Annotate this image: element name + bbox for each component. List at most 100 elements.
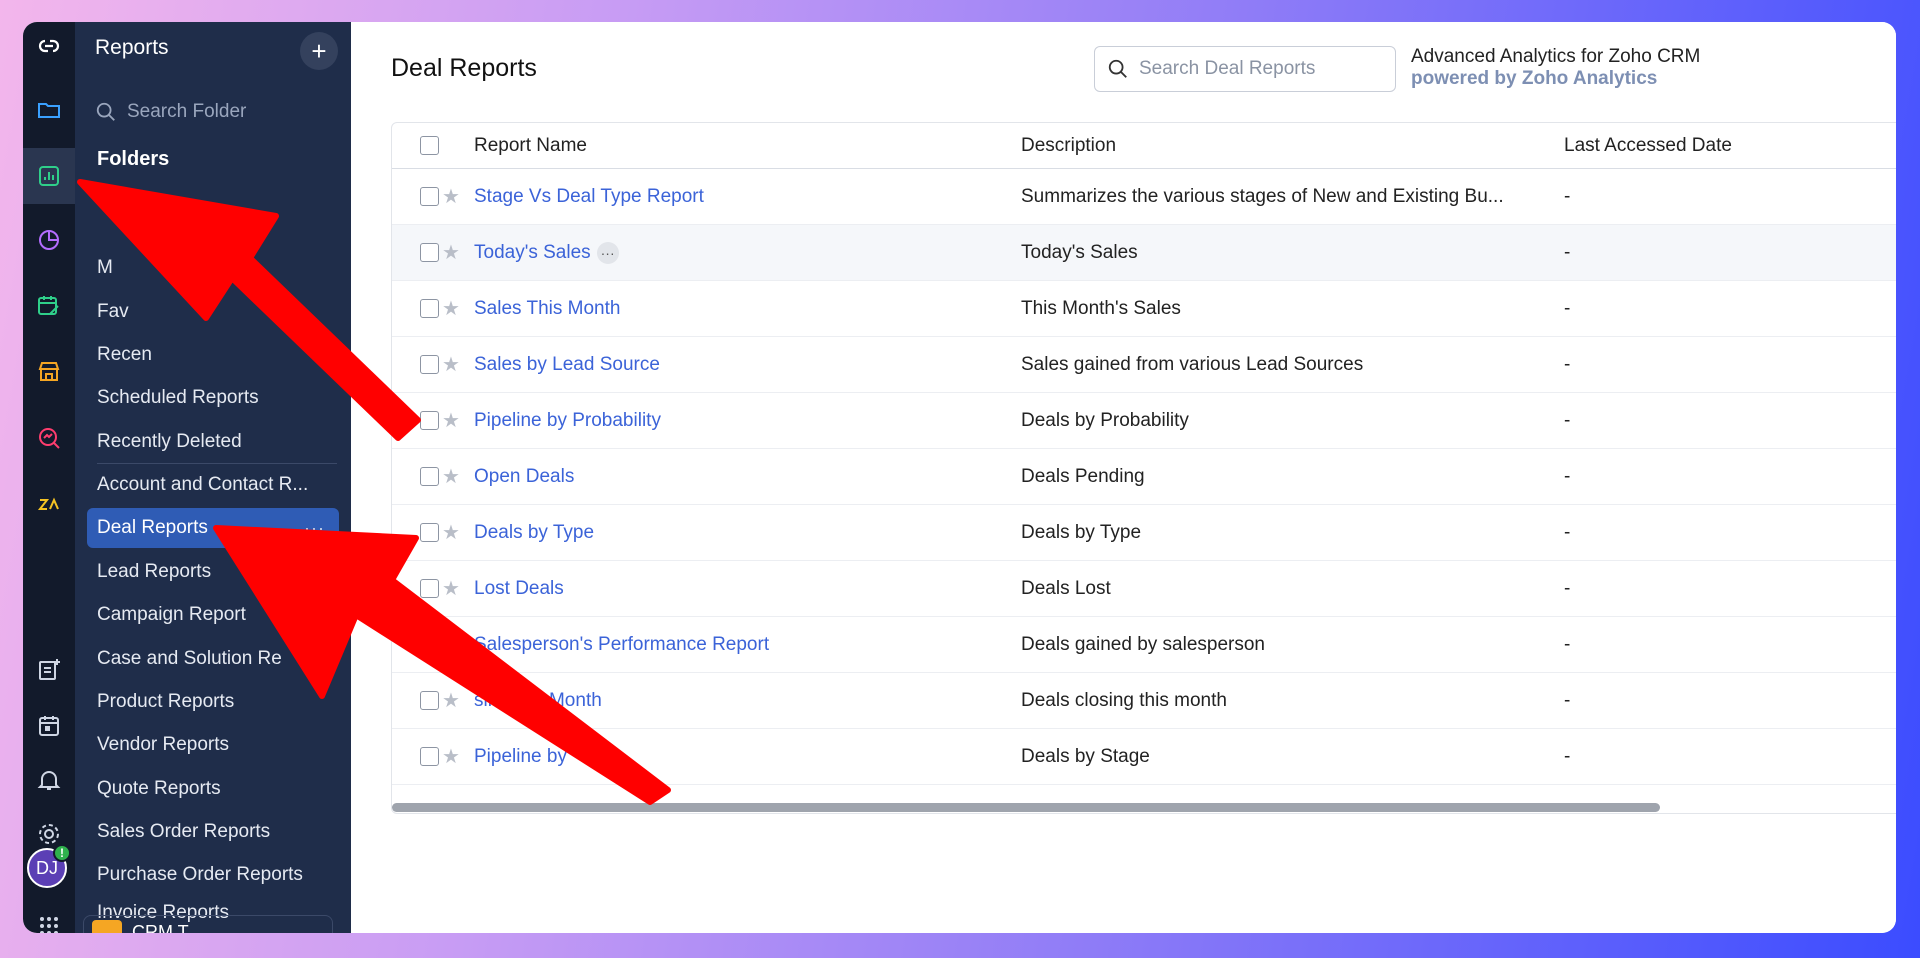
row-checkbox[interactable] (420, 449, 439, 504)
sidebar-item-scheduled-reports[interactable]: Scheduled Reports (87, 378, 339, 418)
favorite-star-icon[interactable]: ★ (442, 281, 460, 336)
reports-icon[interactable] (23, 148, 75, 204)
calendar-icon[interactable] (23, 704, 75, 748)
sidebar-item-recently-deleted[interactable]: Recently Deleted (87, 422, 339, 462)
table-row[interactable]: ★ sing this Month Deals closing this month… (392, 673, 1896, 729)
sidebar-item-deal-reports[interactable]: Deal Reports ··· (87, 508, 339, 548)
favorite-star-icon[interactable]: ★ (442, 393, 460, 448)
table-row[interactable]: ★ Pipeline by Deals by Stage - (392, 729, 1896, 785)
report-name: sing this Month (474, 689, 602, 711)
table-row[interactable]: ★ Open Deals Deals Pending - (392, 449, 1896, 505)
report-name-link[interactable]: Pipeline by Probability (474, 393, 661, 448)
crm-footer-button[interactable]: CRM T (83, 915, 333, 933)
row-checkbox[interactable] (420, 169, 439, 224)
report-name-link[interactable]: Today's Sales ··· (474, 225, 619, 280)
row-more-options-icon[interactable]: ··· (596, 241, 619, 264)
favorite-star-icon[interactable]: ★ (442, 337, 460, 392)
favorite-star-icon[interactable]: ★ (442, 617, 460, 672)
favorite-star-icon[interactable]: ★ (442, 561, 460, 616)
row-checkbox[interactable] (420, 617, 439, 672)
table-row[interactable]: ★ Lost Deals Deals Lost - (392, 561, 1896, 617)
column-description[interactable]: Description (1021, 123, 1116, 168)
favorite-star-icon[interactable]: ★ (442, 169, 460, 224)
report-name-link[interactable]: Lost Deals (474, 561, 564, 616)
sidebar-item-quote-reports[interactable]: Quote Reports (87, 769, 339, 809)
sidebar-item-campaign-reports[interactable]: Campaign Report (87, 595, 339, 635)
row-checkbox[interactable] (420, 673, 439, 728)
table-row[interactable]: ★ Sales by Lead Source Sales gained from v… (392, 337, 1896, 393)
row-checkbox[interactable] (420, 505, 439, 560)
sidebar-item-recent[interactable]: Recen (87, 335, 339, 375)
note-add-icon[interactable] (23, 648, 75, 692)
last-accessed-date: - (1564, 689, 1571, 711)
apps-grid-icon[interactable] (23, 904, 75, 933)
report-description: Deals closing this month (1021, 689, 1227, 711)
report-name-link[interactable]: Sales This Month (474, 281, 620, 336)
favorite-star-icon[interactable]: ★ (442, 729, 460, 784)
table-row[interactable]: ★ Salesperson's Performance Report Deals g… (392, 617, 1896, 673)
row-checkbox[interactable] (420, 393, 439, 448)
favorite-star-icon[interactable]: ★ (442, 225, 460, 280)
analytics-icon[interactable] (23, 218, 75, 262)
column-last-accessed[interactable]: Last Accessed Date (1564, 123, 1732, 168)
table-row[interactable]: ★ Deals by Type Deals by Type - (392, 505, 1896, 561)
reports-table: Report Name Description Last Accessed Da… (391, 122, 1896, 814)
select-all-checkbox[interactable] (420, 123, 439, 168)
sidebar-title: Reports (95, 36, 169, 59)
report-search-input[interactable]: Search Deal Reports (1094, 46, 1396, 92)
analytics-subtitle: powered by Zoho Analytics (1411, 68, 1658, 89)
sidebar-item-label: Deal Reports (97, 517, 208, 538)
row-checkbox[interactable] (420, 337, 439, 392)
report-name: Sales This Month (474, 297, 621, 319)
row-checkbox[interactable] (420, 729, 439, 784)
sidebar-item-product-reports[interactable]: Product Reports (87, 682, 339, 722)
sidebar-item-lead-reports[interactable]: Lead Reports (87, 552, 339, 592)
folder-search-input[interactable]: Search Folder (95, 92, 395, 132)
search-magnify-icon[interactable] (23, 416, 75, 460)
add-folder-button[interactable]: + (300, 32, 338, 70)
sidebar-item-my-reports[interactable]: M (87, 248, 339, 288)
last-accessed-date: - (1564, 297, 1571, 319)
row-checkbox[interactable] (420, 281, 439, 336)
sidebar-item-favorites[interactable]: Fav (87, 292, 339, 332)
store-icon[interactable] (23, 350, 75, 394)
folder-icon[interactable] (23, 88, 75, 132)
table-row[interactable]: ★ Today's Sales ··· Today's Sales - (392, 225, 1896, 281)
sidebar-item-purchase-order[interactable]: Purchase Order Reports (87, 855, 339, 895)
sidebar-item-vendor-reports[interactable]: Vendor Reports (87, 725, 339, 765)
table-row[interactable]: ★ Stage Vs Deal Type Report Summarizes the… (392, 169, 1896, 225)
last-accessed-date: - (1564, 745, 1571, 767)
report-description: Today's Sales (1021, 241, 1138, 263)
folders-heading: Folders (97, 148, 170, 170)
table-row[interactable]: ★ Pipeline by Probability Deals by Probabi… (392, 393, 1896, 449)
favorite-star-icon[interactable]: ★ (442, 673, 460, 728)
report-name: Deals by Type (474, 521, 595, 543)
analytics-promo[interactable]: Advanced Analytics for Zoho CRM powered … (1411, 46, 1700, 90)
report-description: Deals by Stage (1021, 745, 1150, 767)
report-name-link[interactable]: Salesperson's Performance Report (474, 617, 769, 672)
report-name-link[interactable]: Stage Vs Deal Type Report (474, 169, 704, 224)
report-name-link[interactable]: sing this Month (474, 673, 602, 728)
row-checkbox[interactable] (420, 225, 439, 280)
report-name-link[interactable]: Sales by Lead Source (474, 337, 660, 392)
page-title: Deal Reports (391, 54, 537, 82)
report-name-link[interactable]: Deals by Type (474, 505, 594, 560)
sidebar-item-sales-order[interactable]: Sales Order Reports (87, 812, 339, 852)
calendar-edit-icon[interactable] (23, 284, 75, 328)
avatar[interactable]: DJ ! (27, 844, 71, 888)
report-name-link[interactable]: Pipeline by (474, 729, 567, 784)
report-description: Summarizes the various stages of New and… (1021, 185, 1504, 207)
row-checkbox[interactable] (420, 561, 439, 616)
favorite-star-icon[interactable]: ★ (442, 505, 460, 560)
bell-icon[interactable] (23, 758, 75, 802)
more-options-icon[interactable]: ··· (304, 518, 325, 539)
sidebar-item-case-solution[interactable]: Case and Solution Re (87, 639, 339, 679)
horizontal-scrollbar[interactable] (392, 803, 1660, 812)
column-report-name[interactable]: Report Name (474, 123, 587, 168)
table-row[interactable]: ★ Sales This Month This Month's Sales - (392, 281, 1896, 337)
zia-icon[interactable] (23, 482, 75, 526)
sidebar-item-account-contact[interactable]: Account and Contact R... (87, 465, 339, 505)
zoho-logo-icon[interactable] (23, 24, 75, 68)
report-name-link[interactable]: Open Deals (474, 449, 574, 504)
favorite-star-icon[interactable]: ★ (442, 449, 460, 504)
